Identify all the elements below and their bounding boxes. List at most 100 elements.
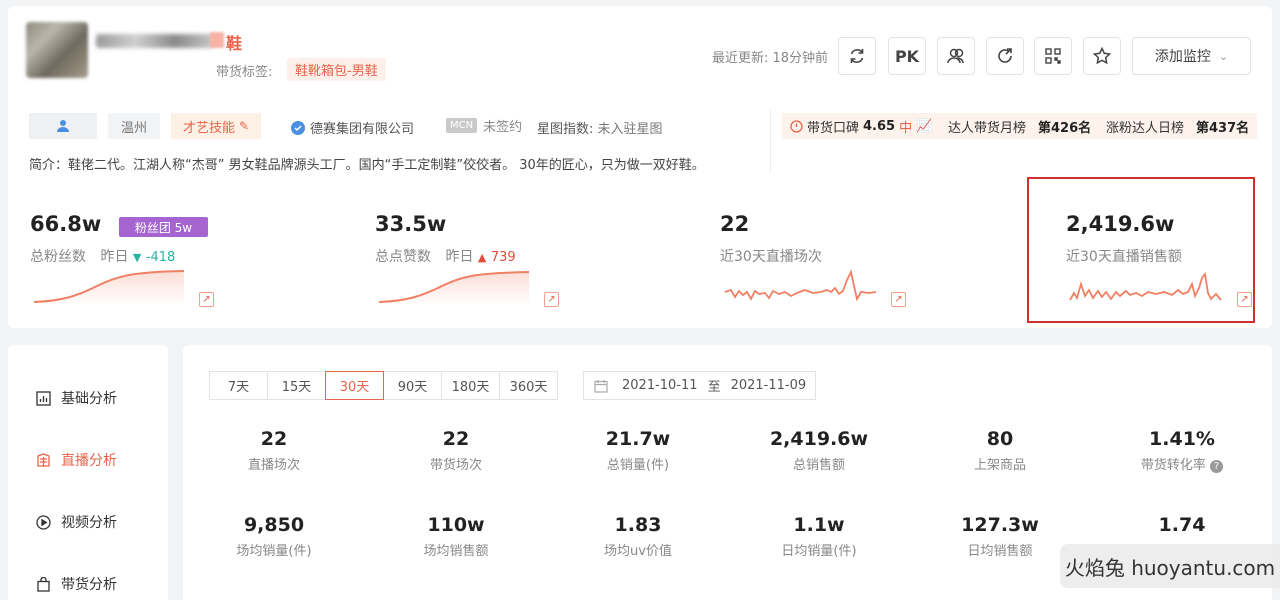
stat-value: 22 [442,428,470,450]
range-30d[interactable]: 30天 [325,371,384,400]
sidebar-item-label: 带货分析 [61,577,117,593]
stat-total-volume: 21.7w 总销量(件) [568,428,708,473]
stat-total-sales: 2,419.6w 总销售额 [749,428,889,473]
range-selector: 7天 15天 30天 90天 180天 360天 [209,371,558,400]
add-monitor-button[interactable]: 添加监控 ⌄ [1132,37,1251,75]
fans-sparkline [33,270,184,306]
fans-trend-icon[interactable]: ↗ [199,292,214,307]
stat-value: 9,850 [243,514,305,536]
date-start: 2021-10-11 [622,378,698,393]
refresh-button[interactable] [838,37,876,75]
star-icon [1092,46,1112,65]
stat-live-count: 22 直播场次 [204,428,344,473]
stat-avg-price: 1.74 [1112,514,1252,540]
verified-icon [291,120,305,135]
gender-chip [29,113,97,139]
chevron-down-icon: ⌄ [1218,49,1229,63]
watermark: 火焰兔 huoyantu.com [1060,544,1280,588]
stat-value: 22 [260,428,288,450]
stat-label: 带货场次 [429,458,482,473]
stat-label: 总销售额 [792,458,845,473]
stat-avg-uv-value: 1.83 场均uv价值 [568,514,708,559]
range-90d[interactable]: 90天 [383,371,442,400]
reputation-chip[interactable]: 带货口碑 4.65 中 📈 [782,113,941,139]
users-icon [947,48,964,64]
range-15d[interactable]: 15天 [267,371,326,400]
qrcode-icon [1045,48,1061,64]
talent-chip[interactable]: 才艺技能 ✎ [171,113,261,139]
edit-icon: ✎ [238,119,250,133]
stat-value: 80 [986,428,1014,450]
reputation-label: 带货口碑 [807,120,860,136]
daily-rank-chip[interactable]: 涨粉达人日榜 第437名 [1098,113,1258,139]
mcn-status: 未签约 [483,120,523,135]
company-info: 德赛集团有限公司 [291,118,414,137]
lives-sparkline [724,269,877,302]
last-updated: 最近更新: 18分钟前 [712,51,829,66]
likes-metric: 33.5w [375,212,446,236]
date-range-picker[interactable]: 2021-10-11 至 2021-11-09 [583,371,816,400]
fan-group-badge[interactable]: 粉丝团 5w [119,217,208,237]
star-index-label: 星图指数: [537,122,594,137]
verified-tag-icon [210,32,224,48]
likes-trend-icon[interactable]: ↗ [544,292,559,307]
daily-rank-label: 涨粉达人日榜 [1106,120,1185,136]
stat-value: 1.83 [614,514,662,536]
range-180d[interactable]: 180天 [441,371,500,400]
avatar[interactable] [26,22,88,78]
star-index-value: 未入驻星图 [597,122,663,137]
favorite-button[interactable] [1083,37,1121,75]
sidebar-item-basic-analysis[interactable]: 基础分析 [36,388,117,408]
company-name: 德赛集团有限公司 [310,122,415,137]
lives-trend-icon[interactable]: ↗ [891,292,906,307]
refresh-icon [850,49,864,63]
trend-chart-icon: 📈 [916,118,933,134]
monthly-rank-chip[interactable]: 达人带货月榜 第426名 [940,113,1100,139]
mcn-badge: MCN [446,118,478,133]
help-icon[interactable]: ? [1210,460,1224,473]
profile-name-suffix: 鞋 [226,34,243,53]
fans-delta: -418 [145,250,176,265]
qrcode-button[interactable] [1034,37,1072,75]
monthly-rank-value: 第426名 [1038,120,1092,136]
bag-icon [37,576,50,592]
label-title: 带货标签: [216,65,273,80]
pk-button[interactable]: PK [888,37,926,75]
reputation-icon [790,119,803,133]
sidebar-item-label: 直播分析 [61,453,117,469]
fans-value: 66.8w [30,212,102,236]
likes-delta: 739 [490,250,516,265]
stat-value: 127.3w [961,514,1039,536]
live-icon [37,452,50,467]
down-arrow-icon: ▼ [132,251,142,264]
range-360d[interactable]: 360天 [499,371,558,400]
sidebar-item-video-analysis[interactable]: 视频分析 [36,512,117,532]
stat-label: 场均销售额 [423,544,489,559]
sidebar-item-live-analysis[interactable]: 直播分析 [36,450,117,470]
calendar-icon [594,379,608,393]
sidebar-item-label: 视频分析 [61,515,117,531]
fans-label-row: 总粉丝数 昨日 ▼ -418 [30,246,175,266]
likes-sparkline [378,271,529,306]
reputation-value: 4.65 [863,118,896,134]
category-tag[interactable]: 鞋靴箱包-男鞋 [287,58,386,81]
stat-label: 总销量(件) [606,458,670,473]
compare-users-button[interactable] [937,37,975,75]
range-7d[interactable]: 7天 [209,371,268,400]
date-end: 2021-11-09 [730,378,807,393]
stat-label: 日均销售额 [967,544,1033,559]
stat-value: 110w [427,514,485,536]
stat-value: 21.7w [605,428,671,450]
stat-conversion-rate: 1.41% 带货转化率 ? [1112,428,1252,473]
stat-label: 上架商品 [973,458,1026,473]
share-button[interactable] [986,37,1024,75]
stat-label: 带货转化率 [1140,458,1206,473]
profile-name-blurred [96,34,214,48]
profile-intro: 简介：鞋佬二代。江湖人称“杰哥” 男女鞋品牌源头工厂。国内“手工定制鞋”佼佼者。… [29,158,705,173]
fans-label: 总粉丝数 [30,249,86,265]
talent-label: 才艺技能 [182,120,235,136]
sidebar-item-goods-analysis[interactable]: 带货分析 [36,574,117,594]
stat-value: 1.41% [1149,428,1215,450]
add-monitor-label: 添加监控 [1154,49,1211,65]
stat-value: 1.74 [1158,514,1206,536]
